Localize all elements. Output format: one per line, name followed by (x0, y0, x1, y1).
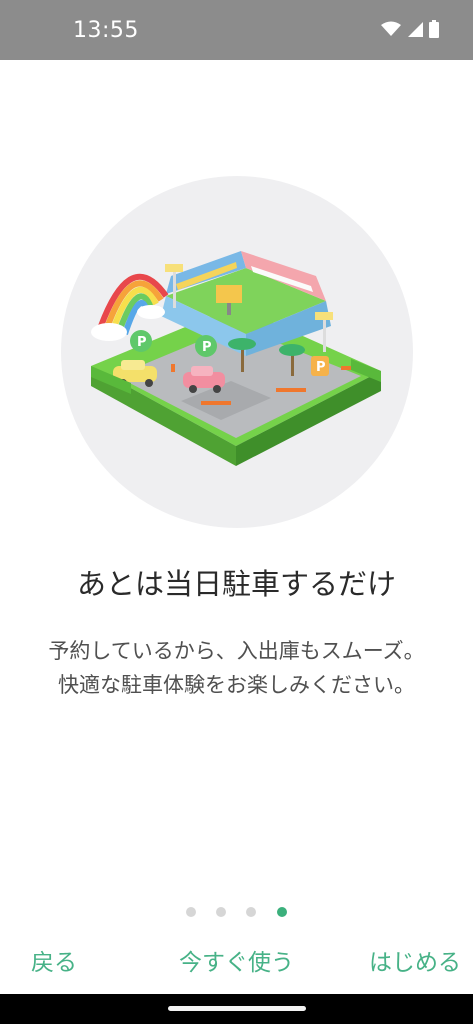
description-line-2: 快適な駐車体験をお楽しみください。 (58, 673, 415, 697)
onboarding-description: 予約しているから、入出庫もスムーズ。 快適な駐車体験をお楽しみください。 (0, 634, 473, 702)
status-bar: 13:55 (0, 0, 473, 60)
system-navigation-bar (0, 994, 473, 1024)
status-time: 13:55 (73, 18, 139, 43)
wifi-icon (381, 21, 401, 36)
description-line-1: 予約しているから、入出庫もスムーズ。 (48, 639, 425, 663)
start-button[interactable]: はじめる (369, 945, 461, 981)
parking-stadium-illustration: P P P (61, 176, 413, 528)
home-gesture-handle[interactable] (168, 1006, 306, 1011)
page-dot-3[interactable] (246, 907, 256, 917)
page-dot-1[interactable] (186, 907, 196, 917)
use-now-label[interactable]: 今すぐ使う (179, 950, 294, 976)
page-dot-2[interactable] (216, 907, 226, 917)
onboarding-title: あとは当日駐車するだけ (76, 567, 396, 601)
page-indicator (0, 907, 473, 919)
cellular-signal-icon (408, 22, 423, 37)
page-dot-4-active[interactable] (277, 907, 287, 917)
svg-text:P: P (202, 340, 212, 355)
svg-text:P: P (316, 360, 326, 375)
battery-icon (429, 20, 439, 38)
svg-text:P: P (137, 335, 147, 350)
onboarding-screen: 13:55 P P P あとは当日駐車するだけ 予約しているから、入出庫もスムー… (0, 0, 473, 1024)
status-icons (381, 20, 439, 38)
